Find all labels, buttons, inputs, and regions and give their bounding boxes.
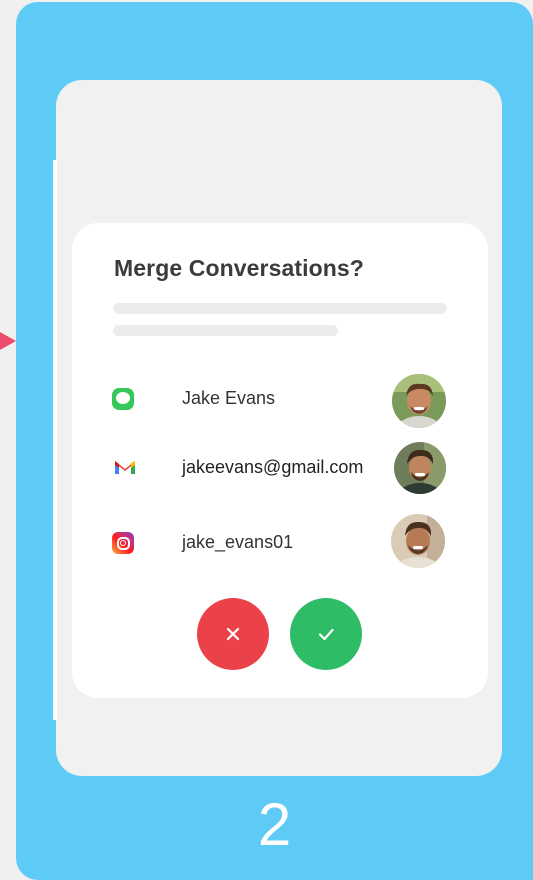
contact-email: jakeevans@gmail.com: [182, 457, 364, 477]
dialog-title: Merge Conversations?: [114, 255, 364, 281]
contact-handle: jake_evans01: [182, 532, 294, 552]
contact-row-gmail[interactable]: jakeevans@gmail.com: [72, 442, 488, 496]
placeholder-line: [113, 303, 447, 314]
avatar: [392, 374, 446, 428]
confirm-button[interactable]: [290, 598, 362, 670]
close-icon: [226, 627, 240, 641]
contact-name: Jake Evans: [182, 388, 276, 408]
gmail-icon: [112, 456, 138, 478]
instagram-icon: [112, 532, 134, 554]
phone-edge: [53, 160, 57, 720]
pointer-arrow: [0, 332, 16, 350]
checkmark-icon: [318, 628, 334, 641]
messages-icon: [112, 388, 134, 410]
contact-row-instagram[interactable]: jake_evans01: [72, 514, 488, 571]
cancel-button[interactable]: [197, 598, 269, 670]
avatar: [391, 514, 445, 568]
placeholder-line: [113, 325, 338, 336]
avatar: [394, 442, 446, 494]
contact-row-messages[interactable]: Jake Evans: [72, 373, 488, 428]
step-number: 2: [257, 791, 292, 858]
merge-dialog: Merge Conversations? Jake Evans jakeevan…: [72, 223, 488, 698]
